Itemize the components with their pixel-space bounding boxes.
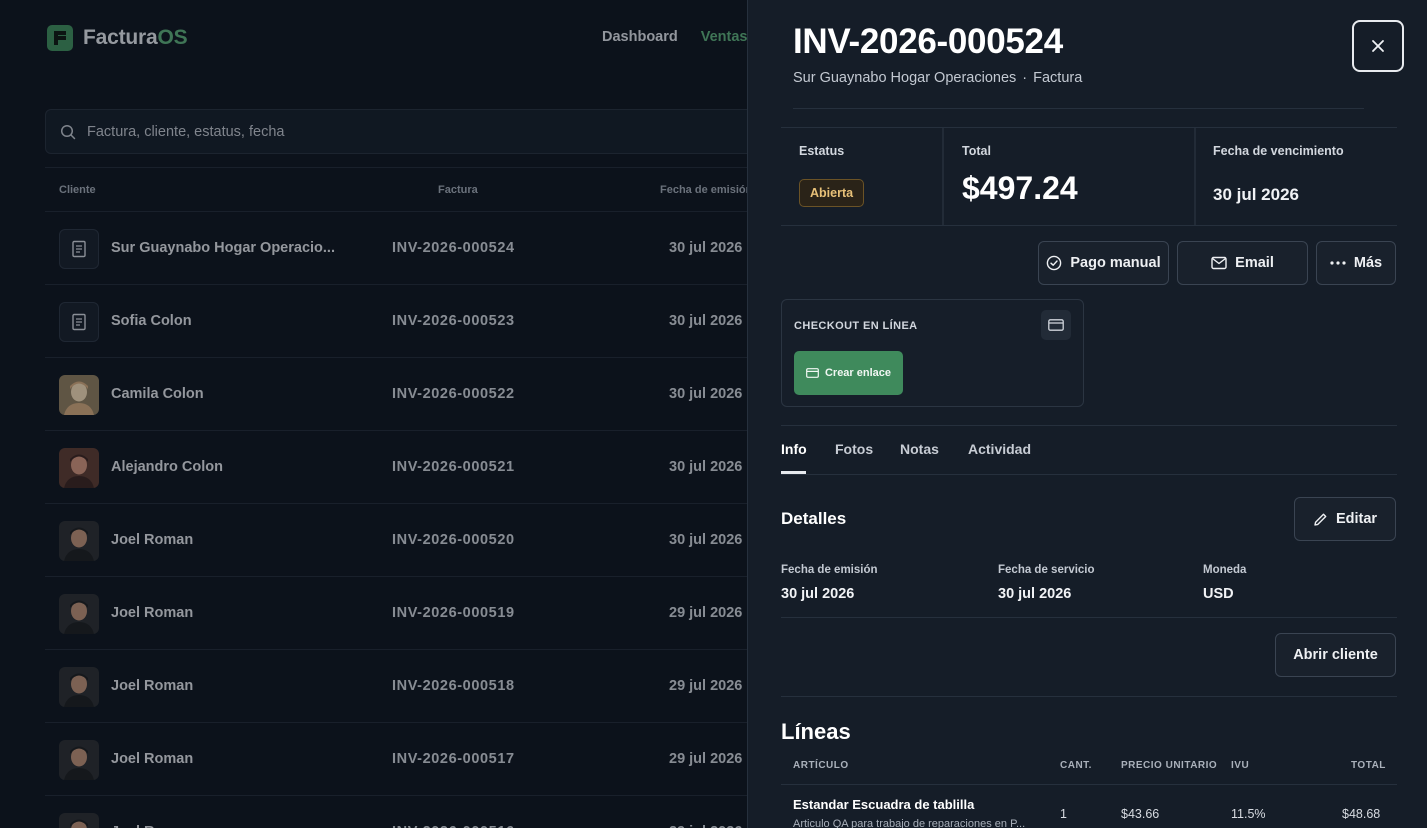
invoice-number-title: INV-2026-000524 <box>793 22 1063 61</box>
open-client-button[interactable]: Abrir cliente <box>1275 633 1396 677</box>
subtitle-separator: · <box>1022 70 1028 86</box>
service-date-label: Fecha de servicio <box>998 564 1095 576</box>
edit-label: Editar <box>1335 511 1378 527</box>
lines-title: Líneas <box>781 719 851 744</box>
checkout-title: CHECKOUT EN LÍNEA <box>794 320 918 332</box>
more-horizontal-icon <box>1330 261 1346 265</box>
close-button[interactable] <box>1352 20 1404 72</box>
create-link-button[interactable]: Crear enlace <box>794 351 903 395</box>
details-divider <box>781 617 1397 618</box>
currency-label: Moneda <box>1203 564 1247 576</box>
total-amount: $497.24 <box>962 170 1078 206</box>
line-item-name: Estandar Escuadra de tablilla <box>793 797 975 812</box>
close-icon <box>1372 40 1384 52</box>
line-item-unit-price: $43.66 <box>1121 807 1160 821</box>
line-item-qty: 1 <box>1060 807 1067 821</box>
pencil-icon <box>1314 513 1327 526</box>
credit-card-icon-button[interactable] <box>1041 310 1071 340</box>
lines-header-tax: IVU <box>1231 760 1250 771</box>
lines-header-unit-price: PRECIO UNITARIO <box>1121 760 1218 771</box>
online-checkout-card: CHECKOUT EN LÍNEA Crear enlace <box>781 299 1084 407</box>
invoice-detail-drawer: INV-2026-000524 Sur Guaynabo Hogar Opera… <box>747 0 1427 828</box>
email-button[interactable]: Email <box>1177 241 1308 285</box>
create-link-label: Crear enlace <box>824 367 892 379</box>
credit-card-icon <box>1048 319 1064 331</box>
stat-total: Total $497.24 <box>944 128 1194 225</box>
lines-header-item: ARTÍCULO <box>793 760 849 771</box>
stat-due-date: Fecha de vencimiento 30 jul 2026 <box>1196 128 1396 225</box>
status-badge: Abierta <box>799 179 865 207</box>
stat-status: Estatus Abierta <box>781 128 941 225</box>
mail-icon <box>1211 256 1227 270</box>
edit-button[interactable]: Editar <box>1294 497 1396 541</box>
tab-notas[interactable]: Notas <box>900 441 939 457</box>
email-label: Email <box>1235 255 1274 271</box>
details-title: Detalles <box>781 509 847 528</box>
line-item-row[interactable]: Estandar Escuadra de tablilla Articulo Q… <box>781 784 1397 828</box>
open-client-label: Abrir cliente <box>1293 647 1378 663</box>
lines-header-total: TOTAL <box>1351 760 1386 771</box>
more-label: Más <box>1353 255 1383 271</box>
service-date-value: 30 jul 2026 <box>998 586 1072 602</box>
line-item-total: $48.68 <box>1342 807 1381 821</box>
detail-tabs: Info Fotos Notas Actividad <box>781 425 1397 475</box>
stat-due-label: Fecha de vencimiento <box>1213 144 1344 158</box>
due-date-value: 30 jul 2026 <box>1213 185 1300 204</box>
issue-date-label: Fecha de emisión <box>781 564 878 576</box>
manual-payment-label: Pago manual <box>1070 255 1161 271</box>
stat-status-label: Estatus <box>799 144 845 158</box>
line-item-description: Articulo QA para trabajo de reparaciones… <box>793 818 1026 828</box>
stat-total-label: Total <box>962 144 991 158</box>
manual-payment-button[interactable]: Pago manual <box>1038 241 1169 285</box>
subtitle-client: Sur Guaynabo Hogar Operaciones <box>793 70 1017 86</box>
check-circle-icon <box>1047 255 1062 271</box>
active-tab-indicator <box>781 471 806 474</box>
section-divider <box>781 696 1397 697</box>
tab-info[interactable]: Info <box>781 441 807 457</box>
lines-header-qty: CANT. <box>1060 760 1092 771</box>
invoice-subtitle: Sur Guaynabo Hogar Operaciones · Factura <box>793 70 1082 86</box>
header-divider <box>793 108 1364 109</box>
tab-actividad[interactable]: Actividad <box>968 441 1031 457</box>
subtitle-type: Factura <box>1033 70 1083 86</box>
invoice-stats: Estatus Abierta Total $497.24 Fecha de v… <box>781 127 1397 226</box>
tab-fotos[interactable]: Fotos <box>835 441 873 457</box>
issue-date-value: 30 jul 2026 <box>781 586 855 602</box>
credit-card-icon <box>806 368 819 378</box>
line-item-tax: 11.5% <box>1231 807 1266 821</box>
more-button[interactable]: Más <box>1316 241 1396 285</box>
currency-value: USD <box>1203 586 1234 602</box>
